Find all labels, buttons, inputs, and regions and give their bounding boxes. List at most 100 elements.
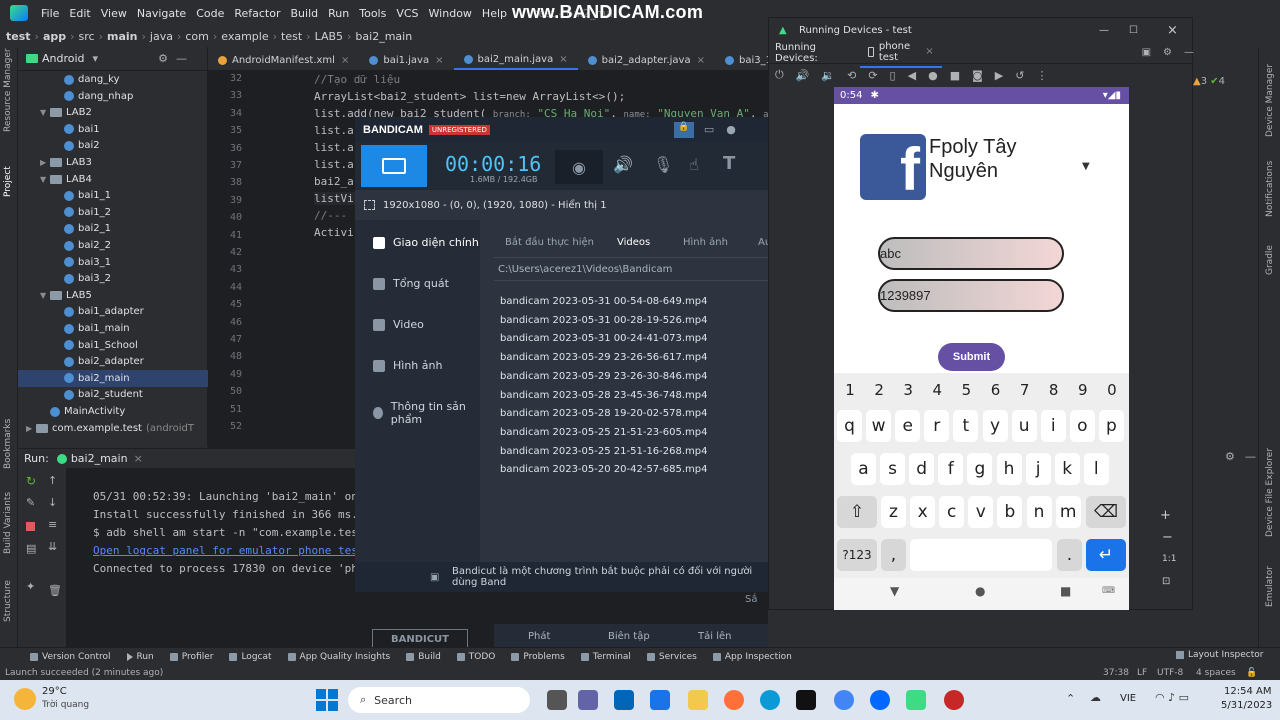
close-icon[interactable]: × xyxy=(697,55,705,66)
backspace-icon[interactable]: ⌫ xyxy=(1086,496,1126,528)
line-separator[interactable]: LF xyxy=(1137,668,1147,678)
project-view-selector[interactable]: Android xyxy=(42,52,85,65)
minimize-icon[interactable]: — xyxy=(1099,25,1109,36)
tree-item[interactable]: ▼ LAB5 xyxy=(18,287,92,304)
lock-icon[interactable]: 🔒 xyxy=(673,121,694,138)
tool-app-quality-insights[interactable]: App Quality Insights xyxy=(287,652,390,662)
edge-icon[interactable] xyxy=(760,690,780,710)
windows-start-icon[interactable] xyxy=(316,689,338,711)
fold-icon[interactable]: ▯ xyxy=(890,69,896,82)
key-i[interactable]: i xyxy=(1040,410,1066,442)
tree-item[interactable]: bai1_School xyxy=(18,337,138,354)
zoom-fit-icon[interactable]: ⊡ xyxy=(1162,576,1170,587)
crumb[interactable]: main xyxy=(107,30,138,43)
footer-ad[interactable]: Bandicut là một chương trình bắt buộc ph… xyxy=(452,566,768,588)
video-file-item[interactable]: bandicam 2023-05-31 00-24-41-073.mp4 xyxy=(500,333,708,344)
indent-setting[interactable]: 4 spaces xyxy=(1196,668,1236,678)
key-7[interactable]: 7 xyxy=(1013,381,1037,399)
gear-icon[interactable]: ⚙ xyxy=(1163,47,1172,58)
structure-tab[interactable]: Structure xyxy=(3,580,13,622)
emulator-tab[interactable]: Emulator xyxy=(1265,566,1275,607)
firefox-icon[interactable] xyxy=(724,690,744,710)
menu-home[interactable]: Giao diện chính xyxy=(373,236,479,249)
weather-text[interactable]: Trời quang xyxy=(42,700,89,710)
menu-general[interactable]: Tổng quát xyxy=(373,277,449,290)
tab-bai2-adapter[interactable]: bai2_adapter.java × xyxy=(578,50,715,70)
rerun-icon[interactable]: ↻ xyxy=(26,474,36,488)
tool-logcat[interactable]: Logcat xyxy=(229,652,272,662)
language-indicator[interactable]: VIE xyxy=(1120,693,1136,704)
rotate-left-icon[interactable]: ⟲ xyxy=(847,69,856,82)
key-y[interactable]: y xyxy=(982,410,1008,442)
temperature[interactable]: 29°C xyxy=(42,686,67,697)
chevron-right-icon[interactable]: ▶ xyxy=(26,424,36,433)
key-3[interactable]: 3 xyxy=(896,381,920,399)
tree-item[interactable]: bai2_main xyxy=(18,369,208,387)
reset-icon[interactable]: ↺ xyxy=(1015,69,1024,82)
key-g[interactable]: g xyxy=(967,453,993,485)
crumb[interactable]: java xyxy=(150,30,173,43)
tab-videos[interactable]: Videos xyxy=(617,237,650,248)
layout-inspector-button[interactable]: Layout Inspector xyxy=(1176,650,1263,660)
key-c[interactable]: c xyxy=(939,496,965,528)
key-s[interactable]: s xyxy=(880,453,906,485)
video-file-item[interactable]: bandicam 2023-05-25 21-51-23-605.mp4 xyxy=(500,427,708,438)
key-period[interactable]: . xyxy=(1057,539,1082,571)
crumb[interactable]: bai2_main xyxy=(355,30,412,43)
tree-item[interactable]: bai3_2 xyxy=(18,270,111,287)
key-p[interactable]: p xyxy=(1098,410,1124,442)
tree-item[interactable]: bai2_adapter xyxy=(18,353,144,370)
arrow-up-icon[interactable]: ↑ xyxy=(48,474,57,487)
menu-run[interactable]: Run xyxy=(323,7,354,20)
video-file-item[interactable]: bandicam 2023-05-29 23-26-56-617.mp4 xyxy=(500,352,708,363)
key-1[interactable]: 1 xyxy=(838,381,862,399)
video-file-item[interactable]: bandicam 2023-05-29 23-26-30-846.mp4 xyxy=(500,371,708,382)
tree-item[interactable]: bai1_adapter xyxy=(18,303,144,320)
microphone-icon[interactable]: 🎙 xyxy=(653,155,673,174)
key-4[interactable]: 4 xyxy=(925,381,949,399)
video-file-item[interactable]: bandicam 2023-05-28 19-20-02-578.mp4 xyxy=(500,408,708,419)
tab-images[interactable]: Hình ảnh xyxy=(683,237,728,248)
minimize-icon[interactable]: — xyxy=(176,52,187,65)
clock-time[interactable]: 12:54 AM xyxy=(1224,686,1271,697)
menu-view[interactable]: View xyxy=(96,7,132,20)
taskbar-search[interactable]: ⌕ Search xyxy=(348,687,530,713)
key-comma[interactable]: , xyxy=(881,539,906,571)
video-file-item[interactable]: bandicam 2023-05-25 21-51-16-268.mp4 xyxy=(500,446,708,457)
tool-problems[interactable]: Problems xyxy=(511,652,565,662)
tool-version-control[interactable]: Version Control xyxy=(30,652,111,662)
crumb[interactable]: test xyxy=(6,30,31,43)
chevron-right-icon[interactable]: ▶ xyxy=(40,158,50,167)
key-l[interactable]: l xyxy=(1083,453,1109,485)
key-e[interactable]: e xyxy=(895,410,921,442)
tool-profiler[interactable]: Profiler xyxy=(169,652,213,662)
key-j[interactable]: j xyxy=(1025,453,1051,485)
tab-bai2-main[interactable]: bai2_main.java × xyxy=(453,50,578,70)
crumb[interactable]: test xyxy=(281,30,302,43)
gear-icon[interactable]: ⚙ xyxy=(1225,450,1235,463)
soft-wrap-icon[interactable]: ≡ xyxy=(48,518,57,531)
wifi-volume-battery-icon[interactable]: ◠ ♪ ▭ xyxy=(1155,691,1189,704)
tree-item[interactable]: bai2_student xyxy=(18,386,143,403)
wrench-icon[interactable]: ✎ xyxy=(26,496,35,509)
key-v[interactable]: v xyxy=(968,496,994,528)
password-input[interactable]: 1239897 xyxy=(878,279,1064,312)
close-icon[interactable]: × xyxy=(559,54,567,65)
tree-item[interactable]: ▶ LAB3 xyxy=(18,154,92,171)
play-button[interactable]: Phát xyxy=(528,631,550,642)
crumb[interactable]: com xyxy=(185,30,209,43)
tab-bai1[interactable]: bai1.java × xyxy=(359,50,453,70)
key-d[interactable]: d xyxy=(909,453,935,485)
menu-about[interactable]: Thông tin sản phẩm xyxy=(373,400,480,426)
folder-icon[interactable]: ▭ xyxy=(704,123,714,136)
tool-services[interactable]: Services xyxy=(646,652,697,662)
key-2[interactable]: 2 xyxy=(867,381,891,399)
video-file-item[interactable]: bandicam 2023-05-28 23-45-36-748.mp4 xyxy=(500,390,708,401)
android-studio-icon[interactable] xyxy=(906,690,926,710)
menu-help[interactable]: Help xyxy=(477,7,512,20)
logcat-link[interactable]: Open logcat panel for emulator phone tes… xyxy=(93,544,365,557)
space-key[interactable] xyxy=(910,539,1052,571)
symbols-key[interactable]: ?123 xyxy=(837,539,877,571)
video-file-item[interactable]: bandicam 2023-05-31 00-28-19-526.mp4 xyxy=(500,315,708,326)
close-icon[interactable]: × xyxy=(341,55,349,66)
